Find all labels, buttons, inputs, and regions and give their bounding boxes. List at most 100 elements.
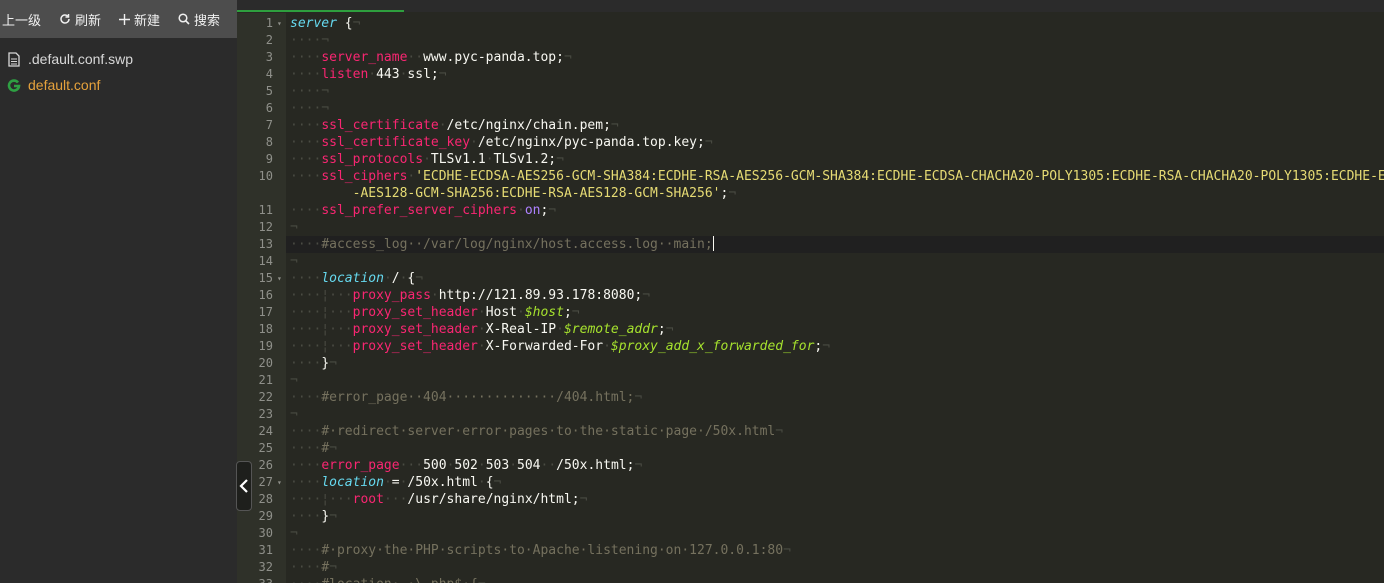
code-token: · [383, 475, 392, 490]
code-line[interactable]: ····¦···root···/usr/share/nginx/html;¬ [286, 491, 1384, 508]
code-line[interactable]: ¬ [286, 406, 1384, 423]
line-number: 33 [237, 576, 273, 583]
code-line[interactable]: ····#¬ [286, 440, 1384, 457]
line-number: 4 [265, 67, 273, 81]
code-token: { [336, 16, 353, 31]
refresh-label: 刷新 [75, 12, 102, 28]
fold-toggle-icon[interactable]: ▾ [277, 474, 282, 491]
code-line[interactable]: ¬ [286, 253, 1384, 270]
code-token: ···· [290, 390, 322, 405]
code-token: ···· [290, 152, 322, 167]
code-token: proxy_set_header [352, 339, 478, 354]
code-token: TLSv1.2; [493, 152, 557, 167]
code-token: /etc/nginx/pyc-panda.top.key; [477, 135, 705, 150]
code-token: · [477, 475, 486, 490]
code-line[interactable]: ····ssl_protocols·TLSv1.1·TLSv1.2;¬ [286, 151, 1384, 168]
code-line[interactable]: ····}¬ [286, 508, 1384, 525]
refresh-button[interactable]: 刷新 [55, 0, 105, 38]
code-token: /etc/nginx/chain.pem; [446, 118, 611, 133]
line-number: 17 [258, 305, 273, 319]
code-line[interactable]: ····location·=·/50x.html·{¬ [286, 474, 1384, 491]
code-token: ¬ [610, 118, 619, 133]
code-token: · [517, 305, 525, 320]
code-token: ···· [290, 475, 322, 490]
code-token: } [321, 356, 330, 371]
line-number: 7 [265, 118, 273, 132]
code-line[interactable]: ····#·proxy·the·PHP·scripts·to·Apache·li… [286, 542, 1384, 559]
code-token: · [430, 288, 439, 303]
code-line[interactable]: ····ssl_ciphers·'ECDHE-ECDSA-AES256-GCM-… [286, 168, 1384, 185]
new-file-button[interactable]: 新建 [115, 0, 164, 38]
search-button[interactable]: 搜索 [174, 0, 224, 38]
line-number: 14 [258, 254, 273, 268]
code-token: ¬ [290, 220, 298, 235]
file-item-default-conf-swp[interactable]: .default.conf.swp [0, 46, 237, 72]
tab-bar [237, 0, 1384, 12]
code-line[interactable]: ····¬ [286, 83, 1384, 100]
text-cursor [712, 236, 714, 251]
line-number: 23 [258, 407, 273, 421]
code-token: { [485, 475, 494, 490]
code-editor[interactable]: 1 ▾ 2 3 4 5 6 7 8 9 10 11 12 13 14 15 ▾ 16 17 18 19 20 21 22 23 2… [237, 0, 1384, 583]
code-token: ssl_certificate [321, 118, 439, 133]
code-area[interactable]: server {¬ ····¬ ····server_name··www.pyc-p… [286, 13, 1384, 583]
search-label: 搜索 [194, 12, 221, 28]
code-token: ¬ [775, 424, 784, 439]
code-token: 504 [517, 458, 541, 473]
file-name: .default.conf.swp [28, 51, 134, 67]
fold-toggle-icon[interactable]: ▾ [277, 270, 282, 287]
code-token: ···· [290, 509, 322, 524]
code-line[interactable]: ····listen·443·ssl;¬ [286, 66, 1384, 83]
line-number: 19 [258, 339, 273, 353]
code-token: ¬ [642, 288, 651, 303]
file-item-default-conf[interactable]: default.conf [0, 72, 237, 98]
code-token: $host [524, 305, 564, 320]
code-line[interactable]: ····¦···proxy_set_header·X-Real-IP·$remo… [286, 321, 1384, 338]
code-token: # [321, 441, 330, 456]
code-line[interactable]: ····¬ [286, 100, 1384, 117]
code-line[interactable]: ····#·redirect·server·error·pages·to·the… [286, 423, 1384, 440]
file-sidebar: 上一级 刷新 新建 搜索 .default.conf.swp default.c… [0, 0, 237, 583]
code-line[interactable]: ····ssl_certificate·/etc/nginx/chain.pem… [286, 117, 1384, 134]
code-line[interactable]: ¬ [286, 219, 1384, 236]
line-number: 15 [258, 271, 273, 285]
code-token: error_page [321, 458, 400, 473]
code-token: ····¦··· [290, 305, 353, 320]
code-line[interactable]: ····¬ [286, 32, 1384, 49]
code-token: on [524, 203, 541, 218]
code-line[interactable]: ¬ [286, 525, 1384, 542]
code-line[interactable]: ····error_page···500·502·503·504··/50x.h… [286, 457, 1384, 474]
code-line[interactable]: ····#location·~·\.php$·{¬ [286, 576, 1384, 583]
code-token: · [477, 322, 486, 337]
code-token: · [438, 118, 447, 133]
code-token: listen [321, 67, 369, 82]
code-token: 503 [485, 458, 510, 473]
code-line[interactable]: server {¬ [286, 15, 1384, 32]
code-line[interactable]: ····¦···proxy_set_header·X-Forwarded-For… [286, 338, 1384, 355]
code-token: ···· [290, 169, 322, 184]
file-toolbar: 上一级 刷新 新建 搜索 [0, 0, 237, 38]
go-up-button[interactable]: 上一级 [0, 0, 45, 38]
code-token: /usr/share/nginx/html; [407, 492, 580, 507]
code-line[interactable]: ¬ [286, 372, 1384, 389]
code-line[interactable]: ····location·/·{¬ [286, 270, 1384, 287]
code-line[interactable]: ····¦···proxy_set_header·Host·$host;¬ [286, 304, 1384, 321]
fold-toggle-icon[interactable]: ▾ [277, 15, 282, 32]
code-line[interactable]: ····}¬ [286, 355, 1384, 372]
code-line[interactable]: ····¦···proxy_pass·http://121.89.93.178:… [286, 287, 1384, 304]
code-token: ¬ [329, 509, 337, 524]
code-token: ···· [290, 560, 322, 575]
collapse-sidebar-button[interactable] [236, 461, 252, 511]
code-token: ···· [290, 577, 321, 583]
code-token: ; [563, 305, 572, 320]
code-line[interactable]: ····ssl_prefer_server_ciphers·on;¬ [286, 202, 1384, 219]
code-token: http://121.89.93.178:8080; [438, 288, 643, 303]
code-line[interactable]: ····#¬ [286, 559, 1384, 576]
code-line[interactable]: ····#error_page··404··············/404.h… [286, 389, 1384, 406]
code-token: ···· [290, 356, 322, 371]
code-line[interactable]: ····server_name··www.pyc-panda.top;¬ [286, 49, 1384, 66]
code-line[interactable]: -AES128-GCM-SHA256:ECDHE-RSA-AES128-GCM-… [286, 185, 1384, 202]
code-token: ¬ [634, 390, 643, 405]
code-line[interactable]: ····#access_log··/var/log/nginx/host.acc… [286, 236, 1384, 253]
code-line[interactable]: ····ssl_certificate_key·/etc/nginx/pyc-p… [286, 134, 1384, 151]
